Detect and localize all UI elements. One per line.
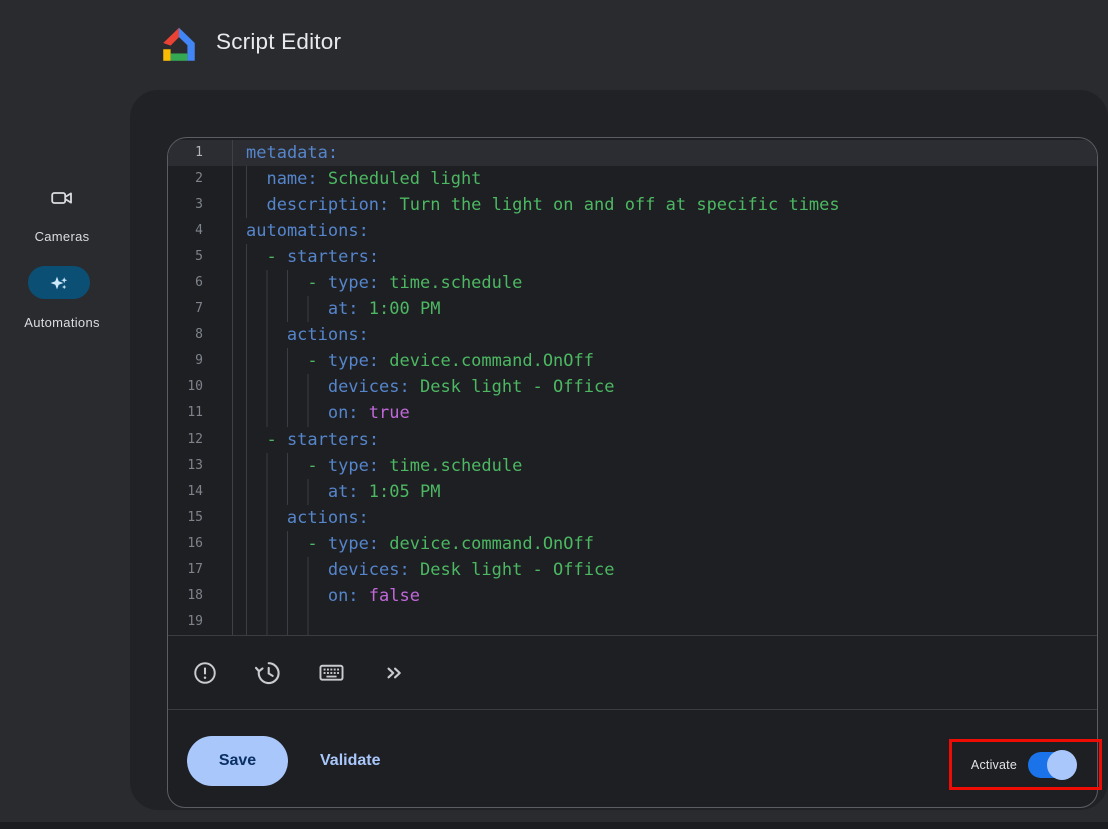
code-line[interactable]: 9- type: device.command.OnOff — [168, 348, 1097, 374]
code-line[interactable]: 10devices: Desk light - Office — [168, 374, 1097, 400]
window-bottom-edge — [0, 822, 1108, 829]
code-line[interactable]: 3description: Turn the light on and off … — [168, 192, 1097, 218]
line-number: 4 — [168, 218, 233, 244]
keyboard-icon — [318, 659, 345, 686]
activate-toggle[interactable] — [1028, 752, 1074, 778]
line-number: 16 — [168, 531, 233, 557]
line-number: 3 — [168, 192, 233, 218]
code-line-text: actions: — [233, 505, 369, 531]
code-line-text: at: 1:00 PM — [233, 296, 440, 322]
line-number: 2 — [168, 166, 233, 192]
editor-toolbar — [168, 636, 1097, 709]
problems-icon — [192, 660, 218, 686]
code-line-text: on: false — [233, 583, 420, 609]
sidebar-item-automations[interactable] — [28, 266, 90, 299]
code-line[interactable]: 2name: Scheduled light — [168, 166, 1097, 192]
line-number: 18 — [168, 583, 233, 609]
validate-button[interactable]: Validate — [320, 752, 380, 770]
code-line[interactable]: 5- starters: — [168, 244, 1097, 270]
history-button[interactable] — [248, 653, 288, 693]
code-line[interactable]: 18on: false — [168, 583, 1097, 609]
line-number: 9 — [168, 348, 233, 374]
line-number: 13 — [168, 453, 233, 479]
line-number: 5 — [168, 244, 233, 270]
line-number: 8 — [168, 322, 233, 348]
sidebar-item-cameras-label[interactable]: Cameras — [0, 229, 124, 244]
problems-button[interactable] — [185, 653, 225, 693]
code-line[interactable]: 14at: 1:05 PM — [168, 479, 1097, 505]
keyboard-button[interactable] — [311, 653, 351, 693]
code-line-text: on: true — [233, 400, 410, 426]
code-line-text: automations: — [233, 218, 369, 244]
content-card: 1metadata:2name: Scheduled light3descrip… — [130, 90, 1108, 810]
line-number: 14 — [168, 479, 233, 505]
script-editor-panel: 1metadata:2name: Scheduled light3descrip… — [167, 137, 1098, 808]
activate-group: Activate — [952, 742, 1099, 787]
code-line-text — [233, 609, 328, 635]
line-number: 10 — [168, 374, 233, 400]
code-line-text: - type: device.command.OnOff — [233, 348, 594, 374]
app-header: Script Editor — [0, 0, 1108, 90]
sidebar-item-automations-label[interactable]: Automations — [0, 315, 124, 330]
line-number: 15 — [168, 505, 233, 531]
line-number: 7 — [168, 296, 233, 322]
code-line-text: - type: time.schedule — [233, 270, 522, 296]
history-icon — [254, 659, 282, 687]
code-line[interactable]: 16- type: device.command.OnOff — [168, 531, 1097, 557]
save-button[interactable]: Save — [187, 736, 288, 786]
code-line-text: metadata: — [233, 140, 338, 166]
google-home-logo-icon — [160, 23, 198, 65]
code-line-text: - type: time.schedule — [233, 453, 522, 479]
activate-toggle-thumb — [1047, 750, 1077, 780]
code-line[interactable]: 17devices: Desk light - Office — [168, 557, 1097, 583]
code-line[interactable]: 4automations: — [168, 218, 1097, 244]
activate-label: Activate — [971, 758, 1017, 772]
line-number: 17 — [168, 557, 233, 583]
code-line[interactable]: 15actions: — [168, 505, 1097, 531]
code-line-text: - starters: — [233, 244, 379, 270]
code-line[interactable]: 13- type: time.schedule — [168, 453, 1097, 479]
expand-more-icon — [381, 660, 407, 686]
page-title: Script Editor — [216, 29, 341, 55]
sidebar: Cameras Automations — [0, 90, 124, 810]
code-line[interactable]: 1metadata: — [168, 140, 1097, 166]
code-line[interactable]: 19 — [168, 609, 1097, 635]
line-number: 11 — [168, 400, 233, 426]
code-line-text: at: 1:05 PM — [233, 479, 440, 505]
line-number: 1 — [168, 140, 233, 166]
code-line[interactable]: 6- type: time.schedule — [168, 270, 1097, 296]
sidebar-item-cameras[interactable] — [0, 186, 124, 210]
code-line-text: - type: device.command.OnOff — [233, 531, 594, 557]
code-line-text: actions: — [233, 322, 369, 348]
expand-more-button[interactable] — [374, 653, 414, 693]
camera-icon — [50, 186, 74, 210]
code-line-text: devices: Desk light - Office — [233, 374, 614, 400]
code-line-text: name: Scheduled light — [233, 166, 481, 192]
code-line-text: description: Turn the light on and off a… — [233, 192, 840, 218]
line-number: 12 — [168, 427, 233, 453]
code-line[interactable]: 7at: 1:00 PM — [168, 296, 1097, 322]
code-line[interactable]: 12- starters: — [168, 427, 1097, 453]
code-line-text: devices: Desk light - Office — [233, 557, 614, 583]
line-number: 6 — [168, 270, 233, 296]
line-number: 19 — [168, 609, 233, 635]
code-line[interactable]: 8actions: — [168, 322, 1097, 348]
code-line[interactable]: 11on: true — [168, 400, 1097, 426]
code-editor[interactable]: 1metadata:2name: Scheduled light3descrip… — [168, 138, 1097, 635]
sparkle-icon — [47, 271, 71, 295]
code-line-text: - starters: — [233, 427, 379, 453]
